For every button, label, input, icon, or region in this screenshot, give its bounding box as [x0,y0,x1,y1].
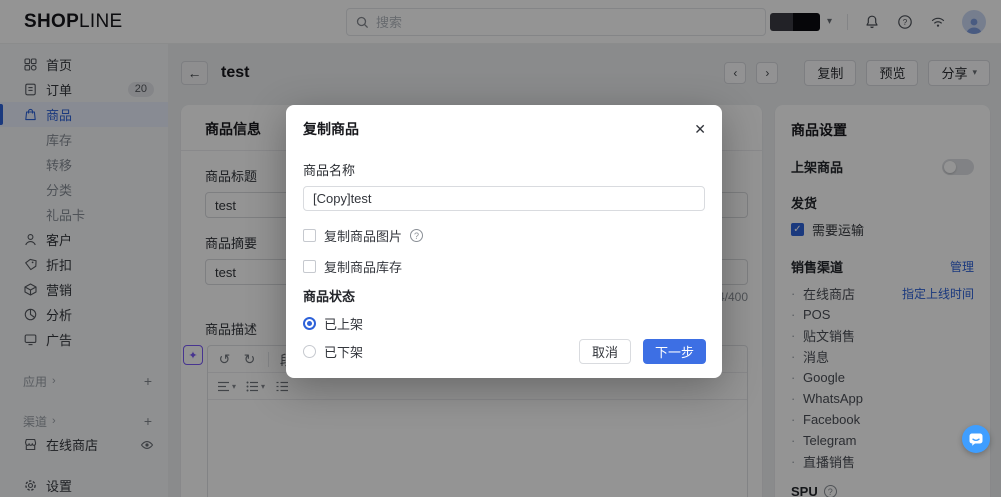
copy-images-row[interactable]: 复制商品图片 ? [303,226,705,245]
status-off-radio[interactable] [303,345,316,358]
copy-inventory-checkbox[interactable] [303,260,316,273]
copy-product-modal: 复制商品 ✕ 商品名称 复制商品图片 ? 复制商品库存 商品状态 已上架 已下架… [286,105,722,378]
copy-images-help-icon[interactable]: ? [410,229,423,242]
modal-header: 复制商品 ✕ [286,105,722,139]
copy-images-checkbox[interactable] [303,229,316,242]
copy-inventory-row[interactable]: 复制商品库存 [303,257,705,276]
modal-footer: 取消 下一步 [579,339,706,364]
chat-bubble-icon [969,433,983,446]
copy-inventory-label: 复制商品库存 [324,257,402,276]
status-on-radio-selected[interactable] [303,317,316,330]
question-mark: ? [414,231,419,241]
next-step-button[interactable]: 下一步 [643,339,706,364]
copy-images-label: 复制商品图片 [324,226,402,245]
status-on-row[interactable]: 已上架 [303,314,705,333]
chat-support-button[interactable] [962,425,990,453]
product-name-input[interactable] [303,186,705,211]
product-name-label: 商品名称 [303,160,705,179]
status-on-label: 已上架 [324,314,363,333]
close-icon[interactable]: ✕ [694,122,706,136]
modal-body: 商品名称 复制商品图片 ? 复制商品库存 商品状态 已上架 已下架 [286,160,722,361]
cancel-button[interactable]: 取消 [579,339,631,364]
status-off-label: 已下架 [324,342,363,361]
product-status-label: 商品状态 [303,286,705,305]
modal-title: 复制商品 [303,119,359,139]
